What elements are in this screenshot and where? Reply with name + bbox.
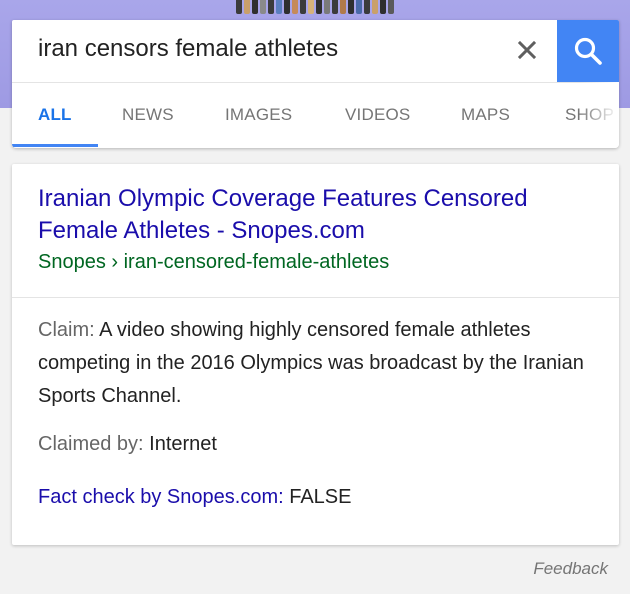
claim-text: Claim: A video showing highly censored f… xyxy=(38,314,603,413)
clear-button[interactable] xyxy=(509,32,545,68)
tab-all[interactable]: ALL xyxy=(38,82,72,148)
search-bar: iran censors female athletes xyxy=(12,20,619,83)
card-divider xyxy=(12,297,619,298)
fact-check-verdict: FALSE xyxy=(283,486,352,508)
search-button[interactable] xyxy=(557,20,619,82)
result-url[interactable]: Snopes › iran-censored-female-athletes xyxy=(38,251,389,274)
doodle-image[interactable] xyxy=(236,0,394,14)
claimed-by-value: Internet xyxy=(143,433,217,455)
search-box: iran censors female athletes ALL NEWS IM… xyxy=(12,20,619,148)
fact-check-source-link[interactable]: Fact check by Snopes.com: xyxy=(38,486,284,508)
fact-check-rating: Fact check by Snopes.com: FALSE xyxy=(38,486,351,509)
tab-images[interactable]: IMAGES xyxy=(225,82,292,148)
tab-shopping[interactable]: SHOP xyxy=(565,82,614,148)
result-header: Iranian Olympic Coverage Features Censor… xyxy=(12,164,619,297)
tab-videos[interactable]: VIDEOS xyxy=(345,82,410,148)
active-tab-indicator xyxy=(12,144,98,147)
close-icon xyxy=(517,40,537,60)
claim-body: A video showing highly censored female a… xyxy=(38,319,584,407)
claimed-by: Claimed by: Internet xyxy=(38,433,217,456)
feedback-link[interactable]: Feedback xyxy=(533,559,608,579)
claimed-by-label: Claimed by: xyxy=(38,433,144,455)
tab-maps[interactable]: MAPS xyxy=(461,82,510,148)
search-input[interactable]: iran censors female athletes xyxy=(38,35,338,63)
search-tabs: ALL NEWS IMAGES VIDEOS MAPS SHOP xyxy=(12,82,619,148)
tab-news[interactable]: NEWS xyxy=(122,82,174,148)
claim-label: Claim: xyxy=(38,319,95,341)
search-icon xyxy=(574,37,602,65)
result-title-link[interactable]: Iranian Olympic Coverage Features Censor… xyxy=(38,183,598,247)
fact-check-card: Iranian Olympic Coverage Features Censor… xyxy=(12,164,619,545)
